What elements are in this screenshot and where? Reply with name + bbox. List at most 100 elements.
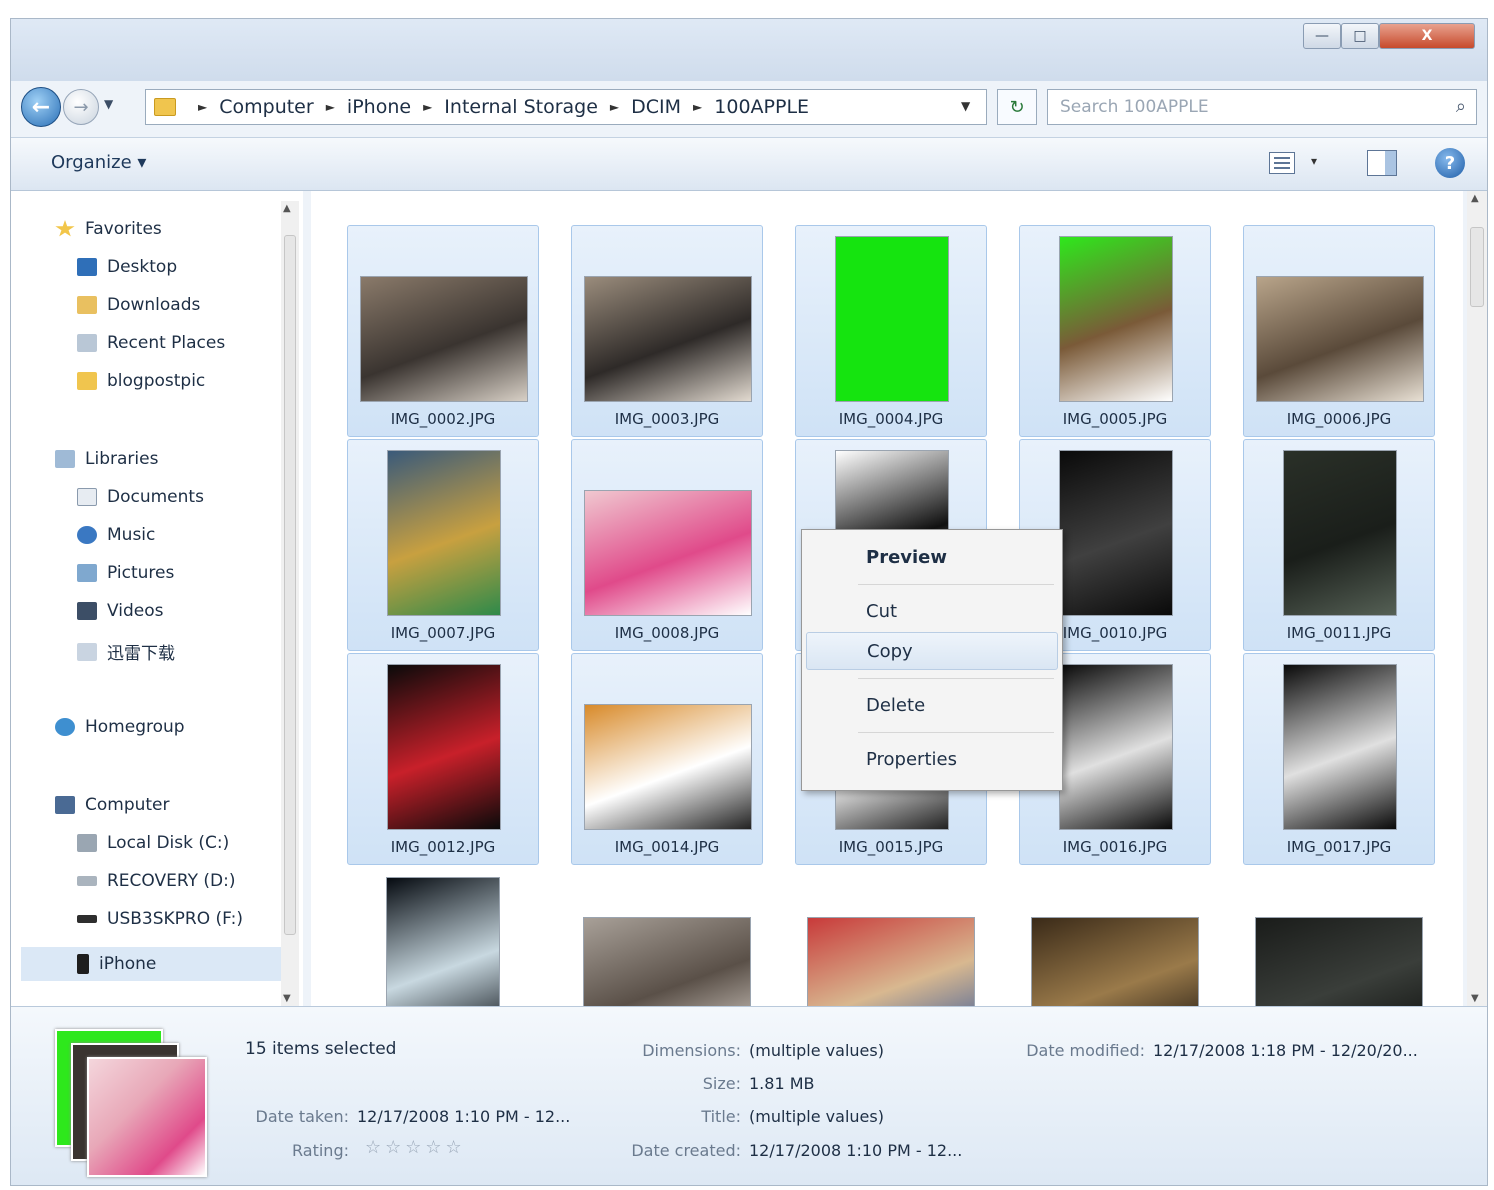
sidebar-item-local-disk[interactable]: Local Disk (C:) <box>77 833 229 853</box>
search-placeholder: Search 100APPLE <box>1060 97 1209 117</box>
file-tile[interactable]: IMG_0002.JPG <box>347 225 539 437</box>
back-button[interactable]: ← <box>21 87 61 127</box>
sidebar-computer[interactable]: Computer <box>55 795 170 815</box>
address-dropdown-icon[interactable]: ▼ <box>961 99 970 113</box>
sidebar-item-pictures[interactable]: Pictures <box>77 563 174 583</box>
content-scrollbar[interactable]: ▲ ▼ <box>1467 191 1487 1006</box>
sidebar-item-label: Pictures <box>107 563 175 583</box>
minimize-button[interactable]: — <box>1303 23 1341 49</box>
file-name: IMG_0002.JPG <box>390 410 496 428</box>
file-tile[interactable] <box>1019 867 1211 1006</box>
breadcrumb-computer[interactable]: Computer <box>219 96 313 118</box>
image-thumbnail <box>1283 450 1397 616</box>
sidebar-item-label: iPhone <box>99 954 157 974</box>
recent-pages-dropdown[interactable]: ▼ <box>104 97 113 111</box>
image-thumbnail <box>584 276 752 402</box>
preview-pane-icon[interactable] <box>1367 150 1397 176</box>
sidebar-item-recovery[interactable]: RECOVERY (D:) <box>77 871 235 891</box>
file-tile[interactable]: IMG_0006.JPG <box>1243 225 1435 437</box>
scroll-down-icon[interactable]: ▼ <box>283 993 291 1004</box>
sidebar-favorites[interactable]: Favorites <box>55 219 162 239</box>
breadcrumb-iphone[interactable]: iPhone <box>347 96 411 118</box>
forward-button[interactable]: → <box>63 89 99 125</box>
menu-item-preview[interactable]: Preview <box>806 538 1058 576</box>
file-tile[interactable] <box>1243 867 1435 1006</box>
file-name: IMG_0005.JPG <box>1062 410 1168 428</box>
file-tile[interactable]: IMG_0017.JPG <box>1243 653 1435 865</box>
breadcrumb-100apple[interactable]: 100APPLE <box>714 96 809 118</box>
maximize-button[interactable]: □ <box>1341 23 1379 49</box>
help-icon[interactable]: ? <box>1435 148 1465 178</box>
command-bar: Organize ▾ ▾ ? <box>11 137 1487 191</box>
search-input[interactable]: Search 100APPLE ⌕ <box>1047 89 1477 125</box>
sidebar-item-label: Recent Places <box>107 333 226 353</box>
breadcrumb-dcim[interactable]: DCIM <box>631 96 681 118</box>
sidebar-item-downloads[interactable]: Downloads <box>77 295 200 315</box>
menu-item-cut[interactable]: Cut <box>806 592 1058 630</box>
file-tile[interactable]: IMG_0005.JPG <box>1019 225 1211 437</box>
file-name: IMG_0016.JPG <box>1062 838 1168 856</box>
scroll-up-icon[interactable]: ▲ <box>283 203 291 214</box>
sidebar-item-music[interactable]: Music <box>77 525 155 545</box>
organize-button[interactable]: Organize ▾ <box>51 152 146 173</box>
file-tile[interactable]: IMG_0011.JPG <box>1243 439 1435 651</box>
image-thumbnail <box>807 917 975 1006</box>
hard-drive-icon <box>77 876 97 886</box>
sidebar-item-desktop[interactable]: Desktop <box>77 257 177 277</box>
file-tile[interactable]: IMG_0007.JPG <box>347 439 539 651</box>
menu-item-delete[interactable]: Delete <box>806 686 1058 724</box>
image-thumbnail <box>584 704 752 830</box>
rating-stars[interactable]: ☆☆☆☆☆ <box>365 1137 466 1158</box>
sidebar-item-videos[interactable]: Videos <box>77 601 164 621</box>
image-thumbnail <box>387 664 501 830</box>
breadcrumb-separator-icon: ► <box>325 100 335 114</box>
scroll-down-icon[interactable]: ▼ <box>1471 993 1479 1004</box>
sidebar-item-thunder-downloads[interactable]: 迅雷下载 <box>77 639 175 664</box>
file-tile[interactable] <box>795 867 987 1006</box>
file-tile[interactable]: IMG_0008.JPG <box>571 439 763 651</box>
file-tile[interactable]: IMG_0003.JPG <box>571 225 763 437</box>
sidebar-item-label: Computer <box>85 795 170 815</box>
file-tile[interactable] <box>347 867 539 1006</box>
navigation-scrollbar[interactable]: ▲ ▼ <box>281 201 299 1006</box>
file-tile[interactable]: IMG_0004.JPG <box>795 225 987 437</box>
sidebar-item-usb[interactable]: USB3SKPRO (F:) <box>77 909 243 929</box>
folder-icon <box>77 372 97 390</box>
music-icon <box>77 526 97 544</box>
sidebar-item-recent-places[interactable]: Recent Places <box>77 333 225 353</box>
breadcrumb-separator-icon: ► <box>693 100 703 114</box>
sidebar-item-label: Favorites <box>85 219 162 239</box>
breadcrumb-internal-storage[interactable]: Internal Storage <box>444 96 598 118</box>
file-tile[interactable] <box>571 867 763 1006</box>
menu-item-properties[interactable]: Properties <box>806 740 1058 778</box>
file-name: IMG_0004.JPG <box>838 410 944 428</box>
change-view-icon[interactable] <box>1269 152 1295 174</box>
folder-icon <box>154 98 176 116</box>
file-tile[interactable]: IMG_0014.JPG <box>571 653 763 865</box>
close-button[interactable]: X <box>1379 23 1475 49</box>
iphone-icon <box>77 954 89 974</box>
refresh-button[interactable]: ↻ <box>997 89 1037 125</box>
file-name: IMG_0017.JPG <box>1286 838 1392 856</box>
library-folder-icon <box>77 642 97 661</box>
scrollbar-thumb[interactable] <box>284 235 296 935</box>
address-bar[interactable]: ► Computer ► iPhone ► Internal Storage ►… <box>145 89 987 125</box>
scroll-up-icon[interactable]: ▲ <box>1471 193 1479 204</box>
navigation-pane: Favorites Desktop Downloads Recent Place… <box>11 191 303 1006</box>
breadcrumb-separator-icon: ► <box>423 100 433 114</box>
menu-separator <box>858 678 1054 679</box>
file-tile[interactable]: IMG_0012.JPG <box>347 653 539 865</box>
view-options-dropdown[interactable]: ▾ <box>1311 154 1317 168</box>
sidebar-item-label: Desktop <box>107 257 178 277</box>
sidebar-homegroup[interactable]: Homegroup <box>55 717 185 737</box>
scrollbar-thumb[interactable] <box>1470 227 1484 307</box>
sidebar-item-label: RECOVERY (D:) <box>107 871 236 891</box>
sidebar-item-blogpostpic[interactable]: blogpostpic <box>77 371 205 391</box>
menu-item-copy[interactable]: Copy <box>806 632 1058 670</box>
search-icon[interactable]: ⌕ <box>1456 96 1466 117</box>
forward-arrow-icon: → <box>73 96 89 118</box>
sidebar-libraries[interactable]: Libraries <box>55 449 158 469</box>
image-thumbnail <box>1059 664 1173 830</box>
sidebar-item-documents[interactable]: Documents <box>77 487 204 507</box>
sidebar-item-iphone[interactable]: iPhone <box>21 947 281 981</box>
